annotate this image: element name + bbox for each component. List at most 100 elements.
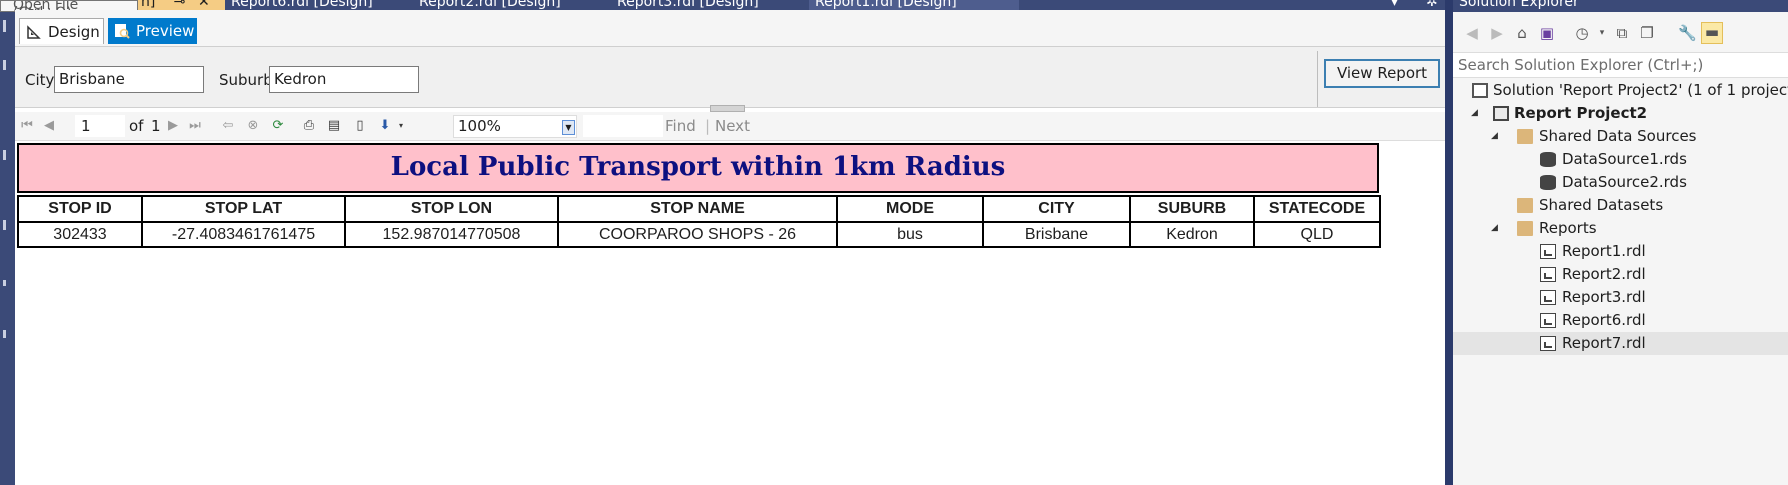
last-page-icon[interactable]: ⏭ (187, 118, 203, 134)
tree-item-datasource2[interactable]: DataSource2.rds (1453, 171, 1788, 194)
database-icon (1540, 152, 1556, 167)
report-file-icon (1540, 267, 1556, 282)
report-table: STOP ID STOP LAT STOP LON STOP NAME MODE… (17, 195, 1381, 248)
current-page-input[interactable]: 1 (75, 115, 125, 137)
tree-item-report1[interactable]: Report1.rdl (1453, 240, 1788, 263)
tree-item-label: DataSource2.rds (1562, 173, 1687, 191)
tab-design-label: Design (48, 23, 100, 41)
document-tab-report3[interactable]: Report3.rdl [Design] (611, 0, 781, 10)
print-layout-icon[interactable]: ▤ (326, 118, 342, 134)
home-icon[interactable]: ⌂ (1513, 24, 1531, 42)
settings-icon[interactable]: ✲ (1420, 0, 1440, 10)
left-tool-strip (0, 0, 15, 485)
tree-item-shared-datasets[interactable]: Shared Datasets (1453, 194, 1788, 217)
tree-item-label: Report1.rdl (1562, 242, 1646, 260)
tree-item-report6[interactable]: Report6.rdl (1453, 309, 1788, 332)
tree-item-label: Report7.rdl (1562, 334, 1646, 352)
pin-icon[interactable]: ⊸ (174, 0, 186, 10)
export-dropdown-icon[interactable]: ▾ (393, 118, 409, 134)
zoom-select[interactable]: 100% ▼ (453, 115, 577, 138)
expand-arrow-icon[interactable]: ◢ (1491, 125, 1503, 148)
tree-item-reports-folder[interactable]: ◢ Reports (1453, 217, 1788, 240)
column-header: STOP NAME (557, 195, 838, 223)
tree-item-report7[interactable]: Report7.rdl (1453, 332, 1788, 355)
forward-arrow-icon[interactable]: ▶ (1488, 24, 1506, 42)
export-icon[interactable]: ⬇ (377, 118, 393, 134)
column-header: STOP LAT (141, 195, 346, 223)
tab-preview[interactable]: Preview (108, 18, 197, 44)
column-header: STOP ID (17, 195, 143, 223)
document-tab-report2[interactable]: Report2.rdl [Design] (413, 0, 583, 10)
tree-item-label: Report2.rdl (1562, 265, 1646, 283)
stop-icon[interactable]: ⊗ (245, 118, 261, 134)
tab-design[interactable]: Design (19, 18, 104, 44)
next-page-icon[interactable]: ▶ (165, 118, 181, 134)
designer-tab-strip: Design Preview (15, 10, 1445, 47)
find-text-input[interactable] (583, 115, 663, 137)
tree-item-label: Shared Data Sources (1539, 127, 1697, 145)
report-viewer-toolbar: ⏮ ◀ 1 of 1 ▶ ⏭ ⇦ ⊗ ⟳ ⎙ ▤ ▯ ⬇ ▾ 100% ▼ Fi… (15, 112, 1445, 141)
page-setup-icon[interactable]: ▯ (352, 118, 368, 134)
switch-views-icon[interactable]: ▣ (1538, 24, 1556, 42)
close-icon[interactable]: ✕ (198, 0, 210, 10)
tree-item-label: Solution 'Report Project2' (1 of 1 proje… (1493, 81, 1788, 99)
tree-item-solution[interactable]: Solution 'Report Project2' (1 of 1 proje… (1453, 79, 1788, 102)
next-link[interactable]: Next (715, 117, 750, 135)
back-arrow-icon[interactable]: ◀ (1463, 24, 1481, 42)
suburb-input[interactable]: Kedron (269, 66, 419, 93)
panel-splitter[interactable] (1445, 0, 1453, 485)
table-cell: COORPAROO SHOPS - 26 (557, 221, 838, 248)
report-title: Local Public Transport within 1km Radius (17, 143, 1379, 193)
document-tab-active[interactable]: n] ⊸ ✕ (135, 0, 225, 10)
folder-icon (1517, 221, 1533, 236)
tree-item-datasource1[interactable]: DataSource1.rds (1453, 148, 1788, 171)
refresh-icon[interactable]: ⟳ (270, 118, 286, 134)
document-tab-report6[interactable]: Report6.rdl [Design] (225, 0, 395, 10)
tree-item-shared-data-sources[interactable]: ◢ Shared Data Sources (1453, 125, 1788, 148)
tree-item-label: Shared Datasets (1539, 196, 1664, 214)
tree-item-report2[interactable]: Report2.rdl (1453, 263, 1788, 286)
database-icon (1540, 175, 1556, 190)
table-cell: -27.4083461761475 (141, 221, 346, 248)
find-link[interactable]: Find (665, 117, 696, 135)
zoom-dropdown-icon[interactable]: ▼ (562, 120, 575, 135)
city-input[interactable]: Brisbane (54, 66, 204, 93)
first-page-icon[interactable]: ⏮ (19, 118, 35, 134)
properties-wrench-icon[interactable]: 🔧 (1678, 24, 1697, 42)
solution-explorer: Solution Explorer ◀ ▶ ⌂ ▣ ◷ ▾ ⧉ ❐ 🔧 ▬ Se… (1453, 0, 1788, 485)
tree-item-label: Reports (1539, 219, 1597, 237)
table-cell: Brisbane (982, 221, 1131, 248)
report-designer-document: Design Preview City Brisbane Suburb Kedr… (15, 10, 1445, 485)
table-cell: 152.987014770508 (344, 221, 559, 248)
tree-item-project[interactable]: ◢ Report Project2 (1453, 102, 1788, 125)
tree-item-report3[interactable]: Report3.rdl (1453, 286, 1788, 309)
document-tab-report1[interactable]: Report1.rdl [Design] (809, 0, 1019, 10)
preview-selected-items-icon[interactable]: ▬ (1701, 22, 1723, 44)
collapse-all-icon[interactable]: ⧉ (1613, 24, 1631, 42)
solution-explorer-search-input[interactable]: Search Solution Explorer (Ctrl+;) (1453, 52, 1788, 78)
report-file-icon (1540, 244, 1556, 259)
page-of-label: of (129, 117, 144, 135)
tree-item-label: DataSource1.rds (1562, 150, 1687, 168)
show-all-files-icon[interactable]: ❐ (1638, 24, 1656, 42)
expand-arrow-icon[interactable]: ◢ (1491, 217, 1503, 240)
previous-page-icon[interactable]: ◀ (41, 118, 57, 134)
table-row: 302433 -27.4083461761475 152.98701477050… (17, 221, 1381, 248)
expand-arrow-icon[interactable]: ◢ (1471, 102, 1483, 125)
pending-changes-icon[interactable]: ◷ (1573, 24, 1591, 42)
pending-changes-dropdown-icon[interactable]: ▾ (1593, 24, 1611, 42)
tab-preview-label: Preview (136, 22, 195, 40)
tab-dropdown-icon[interactable]: ▾ (1385, 0, 1405, 10)
zoom-value: 100% (458, 117, 501, 135)
table-cell: 302433 (17, 221, 143, 248)
view-report-button[interactable]: View Report (1324, 59, 1440, 88)
back-icon[interactable]: ⇦ (220, 118, 236, 134)
view-report-panel: View Report (1317, 51, 1446, 107)
solution-explorer-toolbar: ◀ ▶ ⌂ ▣ ◷ ▾ ⧉ ❐ 🔧 ▬ (1453, 12, 1788, 52)
parameter-collapse-handle[interactable] (710, 105, 745, 112)
solution-explorer-title: Solution Explorer (1453, 0, 1788, 12)
design-ruler-icon (27, 25, 41, 39)
print-icon[interactable]: ⎙ (301, 118, 317, 134)
table-cell: Kedron (1129, 221, 1255, 248)
table-header-row: STOP ID STOP LAT STOP LON STOP NAME MODE… (17, 195, 1381, 223)
